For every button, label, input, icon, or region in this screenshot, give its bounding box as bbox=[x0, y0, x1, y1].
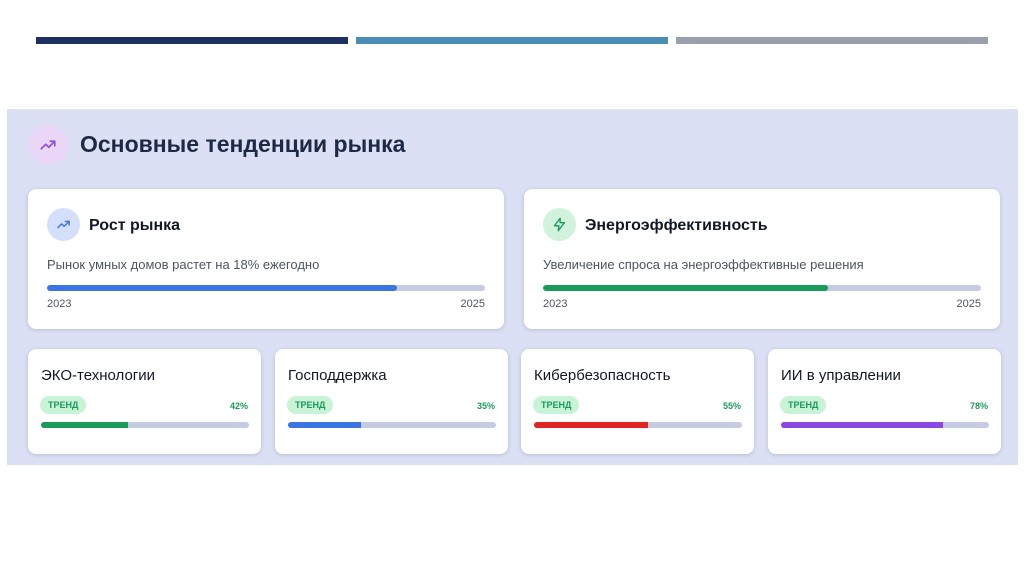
card-description: Рынок умных домов растет на 18% ежегодно bbox=[47, 257, 320, 272]
progress-fill bbox=[47, 285, 398, 291]
trend-badge: ТРЕНД bbox=[287, 396, 334, 414]
progress-fill bbox=[534, 422, 649, 428]
progress-track bbox=[781, 422, 989, 428]
end-year: 2025 bbox=[956, 298, 981, 310]
card-description: Увеличение спроса на энергоэффективные р… bbox=[543, 257, 864, 272]
start-year: 2023 bbox=[543, 298, 568, 310]
progress-fill bbox=[288, 422, 361, 428]
card-energy-efficiency: Энергоэффективность Увеличение спроса на… bbox=[524, 189, 1000, 329]
trend-percent: 55% bbox=[722, 401, 741, 411]
trend-badge: ТРЕНД bbox=[533, 396, 580, 414]
card-title: Энергоэффективность bbox=[585, 217, 768, 234]
trend-card-eco: ЭКО-технологии ТРЕНД 42% bbox=[28, 349, 261, 454]
trend-card-ai-management: ИИ в управлении ТРЕНД 78% bbox=[768, 349, 1001, 454]
trending-up-icon bbox=[28, 125, 68, 165]
progress-fill bbox=[781, 422, 944, 428]
trend-badge: ТРЕНД bbox=[780, 396, 827, 414]
trend-title: ИИ в управлении bbox=[781, 367, 901, 384]
end-year: 2025 bbox=[460, 298, 485, 310]
accent-bar-navy bbox=[36, 37, 348, 44]
card-title: Рост рынка bbox=[89, 217, 181, 234]
top-accent-bars bbox=[36, 37, 988, 44]
progress-track bbox=[543, 285, 981, 291]
accent-bar-gray bbox=[676, 37, 988, 44]
trend-percent: 78% bbox=[969, 401, 988, 411]
trend-title: Господдержка bbox=[288, 367, 387, 384]
progress-track bbox=[288, 422, 496, 428]
lightning-icon bbox=[543, 208, 576, 241]
trend-title: Кибербезопасность bbox=[534, 367, 671, 384]
progress-track bbox=[534, 422, 742, 428]
progress-fill bbox=[41, 422, 129, 428]
page-title: Основные тенденции рынка bbox=[80, 131, 406, 157]
trend-badge: ТРЕНД bbox=[40, 396, 87, 414]
progress-fill bbox=[543, 285, 828, 291]
progress-track bbox=[41, 422, 249, 428]
accent-bar-blue bbox=[356, 37, 668, 44]
trend-percent: 42% bbox=[229, 401, 248, 411]
trend-card-cybersecurity: Кибербезопасность ТРЕНД 55% bbox=[521, 349, 754, 454]
progress-track bbox=[47, 285, 485, 291]
start-year: 2023 bbox=[47, 298, 72, 310]
trend-card-gov-support: Господдержка ТРЕНД 35% bbox=[275, 349, 508, 454]
card-market-growth: Рост рынка Рынок умных домов растет на 1… bbox=[28, 189, 504, 329]
trend-percent: 35% bbox=[476, 401, 495, 411]
trending-up-icon bbox=[47, 208, 80, 241]
trend-title: ЭКО-технологии bbox=[41, 367, 156, 384]
market-trends-panel: Основные тенденции рынка Рост рынка Рыно… bbox=[7, 109, 1018, 465]
